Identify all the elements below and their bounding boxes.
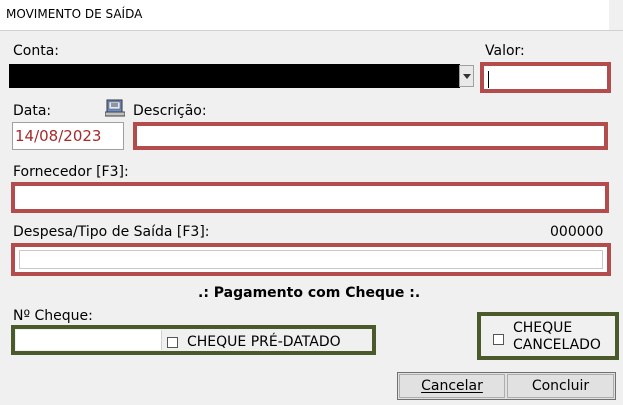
cheque-cancelado-line1: CHEQUE — [513, 320, 573, 336]
conta-label: Conta: — [13, 43, 59, 59]
chevron-down-icon[interactable] — [459, 65, 474, 87]
text-caret — [488, 71, 489, 88]
cheque-group-frame: CHEQUE PRÉ-DATADO — [11, 325, 376, 355]
conta-combo[interactable] — [9, 64, 460, 88]
calendar-picker-icon[interactable] — [104, 99, 126, 117]
cheque-cancelado-checkbox[interactable]: CHEQUE CANCELADO — [477, 312, 619, 360]
data-input[interactable]: 14/08/2023 — [12, 122, 124, 150]
cheque-pre-datado-checkbox[interactable]: CHEQUE PRÉ-DATADO — [167, 334, 341, 350]
pagamento-cheque-header: .: Pagamento com Cheque :. — [198, 285, 421, 301]
valor-label: Valor: — [485, 43, 525, 59]
window-title: MOVIMENTO DE SAÍDA — [6, 7, 143, 21]
valor-input[interactable] — [480, 62, 611, 93]
checkbox-box[interactable] — [493, 334, 504, 345]
titlebar-edge — [609, 0, 623, 30]
despesa-code: 000000 — [550, 224, 604, 240]
data-label: Data: — [13, 103, 52, 119]
cheque-cancelado-text: CHEQUE CANCELADO — [513, 320, 601, 354]
fornecedor-input[interactable] — [11, 182, 609, 213]
descricao-label: Descrição: — [133, 103, 207, 119]
cheque-pre-datado-label: CHEQUE PRÉ-DATADO — [187, 334, 341, 350]
despesa-input[interactable] — [11, 243, 611, 276]
concluir-button[interactable]: Concluir — [507, 374, 614, 398]
data-value: 14/08/2023 — [15, 127, 102, 145]
checkbox-box[interactable] — [167, 336, 178, 348]
cancelar-button[interactable]: Cancelar — [399, 374, 505, 398]
window-titlebar: MOVIMENTO DE SAÍDA — [0, 0, 623, 30]
despesa-label: Despesa/Tipo de Saída [F3]: — [13, 224, 210, 240]
concluir-label: Concluir — [531, 378, 590, 394]
action-button-group: Cancelar Concluir — [397, 372, 616, 400]
n-cheque-label: Nº Cheque: — [13, 308, 93, 324]
fornecedor-label: Fornecedor [F3]: — [13, 164, 129, 180]
cheque-cancelado-line2: CANCELADO — [513, 337, 601, 353]
n-cheque-input[interactable] — [16, 330, 162, 350]
despesa-inner-field — [19, 250, 603, 269]
movimento-form: Conta: Valor: Data: 14/08/2023 Descrição… — [0, 30, 623, 405]
cancelar-label: Cancelar — [421, 378, 483, 394]
descricao-input[interactable] — [133, 122, 608, 150]
